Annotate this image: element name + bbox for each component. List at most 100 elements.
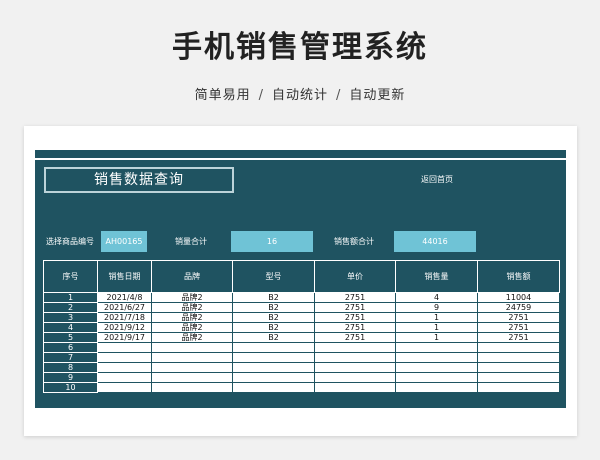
amount-total-label: 销售额合计 xyxy=(334,237,374,246)
sales-table: 序号 销售日期 品牌 型号 单价 销售量 销售额 1 2021/4/8 品牌2 B2 2… xyxy=(43,260,560,393)
row-number-cell: 8 xyxy=(43,362,98,373)
tagline-item: 自动统计 xyxy=(271,88,328,103)
brand-cell[interactable]: 品牌2 xyxy=(151,332,233,343)
product-code-select[interactable]: AH00165 xyxy=(101,231,147,252)
brand-cell[interactable]: 品牌2 xyxy=(151,292,233,303)
unit-price-cell[interactable] xyxy=(314,372,396,383)
quantity-cell[interactable] xyxy=(395,352,478,363)
column-header: 单价 xyxy=(314,260,396,293)
amount-cell[interactable]: 2751 xyxy=(477,332,560,343)
amount-cell[interactable] xyxy=(477,352,560,363)
amount-total-value: 44016 xyxy=(394,231,476,252)
sale-date-cell[interactable] xyxy=(97,372,152,383)
model-cell[interactable]: B2 xyxy=(232,312,315,323)
table-row: 9 xyxy=(43,372,560,383)
sale-date-cell[interactable]: 2021/7/18 xyxy=(97,312,152,323)
row-number-cell: 6 xyxy=(43,342,98,353)
unit-price-cell[interactable]: 2751 xyxy=(314,302,396,313)
query-title: 销售数据查询 xyxy=(44,167,234,193)
model-cell[interactable] xyxy=(232,362,315,373)
sale-date-cell[interactable]: 2021/6/27 xyxy=(97,302,152,313)
column-header: 品牌 xyxy=(151,260,233,293)
sale-date-cell[interactable]: 2021/9/17 xyxy=(97,332,152,343)
row-number-cell: 7 xyxy=(43,352,98,363)
amount-cell[interactable]: 2751 xyxy=(477,322,560,333)
quantity-cell[interactable]: 4 xyxy=(395,292,478,303)
row-number-cell: 9 xyxy=(43,372,98,383)
quantity-cell[interactable] xyxy=(395,372,478,383)
quantity-cell[interactable] xyxy=(395,362,478,373)
table-row: 5 2021/9/17 品牌2 B2 2751 1 2751 xyxy=(43,332,560,343)
table-row: 3 2021/7/18 品牌2 B2 2751 1 2751 xyxy=(43,312,560,323)
brand-cell[interactable]: 品牌2 xyxy=(151,312,233,323)
panel-divider xyxy=(35,158,566,160)
model-cell[interactable] xyxy=(232,382,315,393)
sale-date-cell[interactable] xyxy=(97,362,152,373)
brand-cell[interactable]: 品牌2 xyxy=(151,322,233,333)
quantity-cell[interactable]: 1 xyxy=(395,322,478,333)
model-cell[interactable]: B2 xyxy=(232,332,315,343)
back-home-link[interactable]: 返回首页 xyxy=(421,174,453,185)
quantity-cell[interactable] xyxy=(395,342,478,353)
unit-price-cell[interactable]: 2751 xyxy=(314,332,396,343)
quantity-cell[interactable]: 1 xyxy=(395,332,478,343)
column-header: 序号 xyxy=(43,260,98,293)
brand-cell[interactable] xyxy=(151,342,233,353)
amount-cell[interactable]: 2751 xyxy=(477,312,560,323)
amount-cell[interactable] xyxy=(477,382,560,393)
amount-cell[interactable]: 24759 xyxy=(477,302,560,313)
unit-price-cell[interactable]: 2751 xyxy=(314,292,396,303)
table-row: 8 xyxy=(43,362,560,373)
query-panel: 销售数据查询 返回首页 选择商品编号 AH00165 销量合计 1 6 销售额合计… xyxy=(35,150,566,408)
table-body: 1 2021/4/8 品牌2 B2 2751 4 11004 2 2021/6/27 品牌2 B2 2… xyxy=(43,292,560,393)
model-cell[interactable] xyxy=(232,372,315,383)
brand-cell[interactable] xyxy=(151,382,233,393)
quantity-cell[interactable]: 1 xyxy=(395,312,478,323)
table-row: 2 2021/6/27 品牌2 B2 2751 9 24759 xyxy=(43,302,560,313)
sale-date-cell[interactable]: 2021/9/12 xyxy=(97,322,152,333)
quantity-cell[interactable] xyxy=(395,382,478,393)
column-header: 销售日期 xyxy=(97,260,152,293)
row-number-cell: 2 xyxy=(43,302,98,313)
row-number-cell: 10 xyxy=(43,382,98,393)
amount-cell[interactable] xyxy=(477,372,560,383)
brand-cell[interactable] xyxy=(151,372,233,383)
brand-cell[interactable] xyxy=(151,352,233,363)
page-title: 手机销售管理系统 xyxy=(172,30,428,65)
unit-price-cell[interactable] xyxy=(314,352,396,363)
brand-cell[interactable]: 品牌2 xyxy=(151,302,233,313)
table-row: 7 xyxy=(43,352,560,363)
quantity-cell[interactable]: 9 xyxy=(395,302,478,313)
unit-price-cell[interactable] xyxy=(314,342,396,353)
qty-total-label: 销量合计 xyxy=(175,237,207,246)
unit-price-cell[interactable]: 2751 xyxy=(314,322,396,333)
model-cell[interactable]: B2 xyxy=(232,322,315,333)
unit-price-cell[interactable] xyxy=(314,362,396,373)
column-header: 销售额 xyxy=(477,260,560,293)
product-code-label: 选择商品编号 xyxy=(46,237,94,246)
model-cell[interactable] xyxy=(232,352,315,363)
sale-date-cell[interactable] xyxy=(97,342,152,353)
tagline-item: 自动更新 xyxy=(349,88,406,103)
table-row: 1 2021/4/8 品牌2 B2 2751 4 11004 xyxy=(43,292,560,303)
brand-cell[interactable] xyxy=(151,362,233,373)
row-number-cell: 1 xyxy=(43,292,98,303)
amount-cell[interactable] xyxy=(477,362,560,373)
sale-date-cell[interactable] xyxy=(97,352,152,363)
column-header: 型号 xyxy=(232,260,315,293)
amount-cell[interactable] xyxy=(477,342,560,353)
unit-price-cell[interactable] xyxy=(314,382,396,393)
amount-cell[interactable]: 11004 xyxy=(477,292,560,303)
unit-price-cell[interactable]: 2751 xyxy=(314,312,396,323)
column-header: 销售量 xyxy=(395,260,478,293)
row-number-cell: 3 xyxy=(43,312,98,323)
tagline-separator: / xyxy=(336,88,342,103)
sheet-card: 销售数据查询 返回首页 选择商品编号 AH00165 销量合计 1 6 销售额合计… xyxy=(24,126,577,436)
model-cell[interactable] xyxy=(232,342,315,353)
sale-date-cell[interactable]: 2021/4/8 xyxy=(97,292,152,303)
model-cell[interactable]: B2 xyxy=(232,302,315,313)
table-row: 6 xyxy=(43,342,560,353)
model-cell[interactable]: B2 xyxy=(232,292,315,303)
sale-date-cell[interactable] xyxy=(97,382,152,393)
row-number-cell: 4 xyxy=(43,322,98,333)
